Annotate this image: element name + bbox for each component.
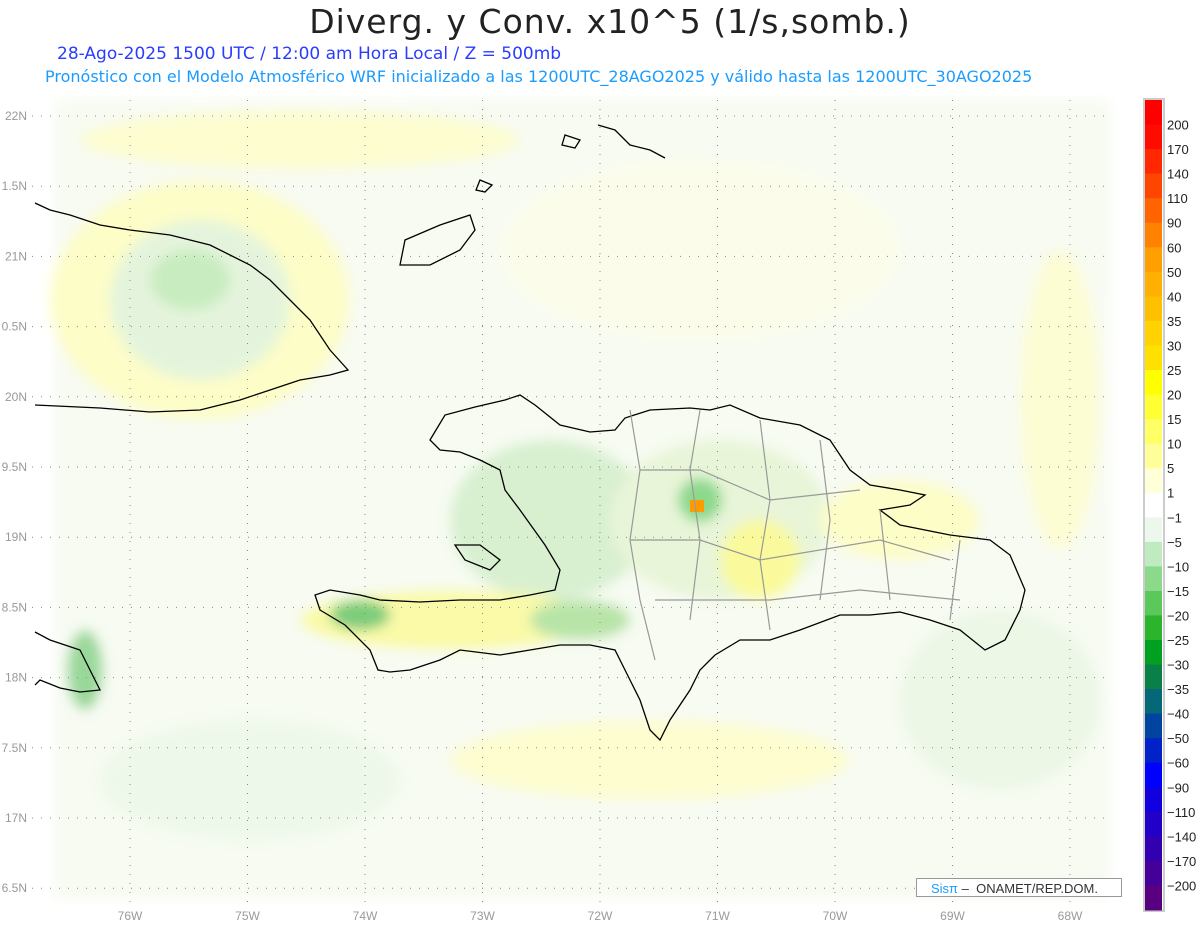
colorbar-label: −15 (1167, 584, 1189, 599)
colorbar-label: 35 (1167, 314, 1181, 329)
colorbar-swatch (1145, 590, 1162, 616)
colorbar-label: −35 (1167, 682, 1189, 697)
lat-label: 1.5N (2, 179, 27, 193)
credit-box: Sisπ – ONAMET/REP.DOM. (916, 878, 1122, 897)
lon-label: 70W (823, 909, 848, 923)
lat-label: 0.5N (2, 320, 27, 334)
colorbar-swatch (1145, 836, 1162, 862)
colorbar-swatch (1145, 713, 1162, 739)
colorbar-label: −200 (1167, 878, 1196, 893)
colorbar-label: 25 (1167, 363, 1181, 378)
colorbar-label: 50 (1167, 265, 1181, 280)
lat-label: 8.5N (2, 600, 27, 614)
colorbar-swatch (1145, 566, 1162, 592)
colorbar-swatch (1145, 860, 1162, 886)
lat-label: 7.5N (2, 741, 27, 755)
lat-label: 9.5N (2, 460, 27, 474)
lat-label: 22N (5, 109, 27, 123)
colorbar-swatch (1145, 345, 1162, 371)
colorbar-swatch (1145, 173, 1162, 199)
lon-label: 76W (118, 909, 143, 923)
lon-label: 74W (353, 909, 378, 923)
colorbar-swatch (1145, 811, 1162, 837)
lat-label: 18N (5, 671, 27, 685)
lat-label: 20N (5, 390, 27, 404)
colorbar-label: 15 (1167, 412, 1181, 427)
colorbar-label: 60 (1167, 240, 1181, 255)
colorbar-swatch (1145, 271, 1162, 297)
colorbar-label: −1 (1167, 510, 1182, 525)
colorbar-label: −20 (1167, 608, 1189, 623)
lat-label: 21N (5, 249, 27, 263)
colorbar-swatch (1145, 468, 1162, 494)
colorbar-swatch (1145, 100, 1162, 126)
colorbar-label: 10 (1167, 437, 1181, 452)
colorbar-swatch (1145, 664, 1162, 690)
colorbar-swatch (1145, 640, 1162, 666)
lon-label: 72W (588, 909, 613, 923)
lat-label: 19N (5, 530, 27, 544)
credit-brand: Sisπ (931, 881, 959, 896)
lon-label: 73W (470, 909, 495, 923)
colorbar-swatch (1145, 738, 1162, 764)
divergence-peak (690, 500, 704, 512)
colorbar-swatch (1145, 443, 1162, 469)
colorbar-label: 200 (1167, 118, 1189, 133)
colorbar-swatch (1145, 762, 1162, 788)
map-title: Diverg. y Conv. x10^5 (1/s,somb.) (309, 2, 911, 41)
lon-label: 75W (235, 909, 260, 923)
colorbar-label: −25 (1167, 633, 1189, 648)
colorbar-label: −50 (1167, 731, 1189, 746)
colorbar-swatch (1145, 787, 1162, 813)
colorbar-label: 30 (1167, 338, 1181, 353)
colorbar-label: −40 (1167, 707, 1189, 722)
field-shading (50, 100, 1110, 898)
colorbar-swatch (1145, 885, 1162, 911)
colorbar-label: 110 (1167, 191, 1188, 206)
colorbar-swatch (1145, 124, 1162, 150)
lat-label: 17N (5, 811, 27, 825)
colorbar-swatch (1145, 541, 1162, 567)
colorbar-label: −170 (1167, 854, 1196, 869)
colorbar-swatch (1145, 689, 1162, 715)
colorbar-label: 20 (1167, 388, 1181, 403)
lat-label: 6.5N (2, 881, 27, 895)
lon-label: 68W (1058, 909, 1083, 923)
colorbar-label: −10 (1167, 559, 1189, 574)
colorbar-swatch (1145, 517, 1162, 543)
colorbar-swatch (1145, 198, 1162, 224)
colorbar-swatch (1145, 492, 1162, 518)
colorbar: 200 170 140 110 90 60 50 40 35 30 25 20 15 10 5 1 −1 −5 −1… (1143, 98, 1196, 912)
forecast-time: 28-Ago-2025 1500 UTC / 12:00 am Hora Loc… (57, 44, 562, 64)
divergence-map: 22N 1.5N 21N 0.5N 20N 9.5N 19N 8.5N 18N 7.5N 17N 6.… (2, 98, 1196, 923)
colorbar-swatch (1145, 222, 1162, 248)
colorbar-label: 1 (1167, 486, 1174, 501)
colorbar-label: −90 (1167, 780, 1189, 795)
colorbar-swatch (1145, 370, 1162, 396)
colorbar-label: 170 (1167, 142, 1189, 157)
colorbar-label: 5 (1167, 461, 1174, 476)
colorbar-swatch (1145, 320, 1162, 346)
colorbar-label: −110 (1167, 805, 1195, 820)
lon-label: 69W (940, 909, 965, 923)
colorbar-swatch (1145, 247, 1162, 273)
colorbar-swatch (1145, 296, 1162, 322)
colorbar-swatch (1145, 394, 1162, 420)
model-info: Pronóstico con el Modelo Atmosférico WRF… (45, 67, 1033, 86)
colorbar-label: −5 (1167, 535, 1182, 550)
lon-label: 71W (705, 909, 730, 923)
colorbar-swatch (1145, 149, 1162, 175)
colorbar-label: 40 (1167, 289, 1181, 304)
colorbar-label: −60 (1167, 756, 1189, 771)
credit-text: – ONAMET/REP.DOM. (958, 881, 1098, 896)
colorbar-label: 90 (1167, 216, 1181, 231)
colorbar-label: −140 (1167, 829, 1196, 844)
colorbar-label: 140 (1167, 167, 1189, 182)
colorbar-label: −30 (1167, 658, 1189, 673)
colorbar-swatch (1145, 615, 1162, 641)
colorbar-swatch (1145, 419, 1162, 445)
